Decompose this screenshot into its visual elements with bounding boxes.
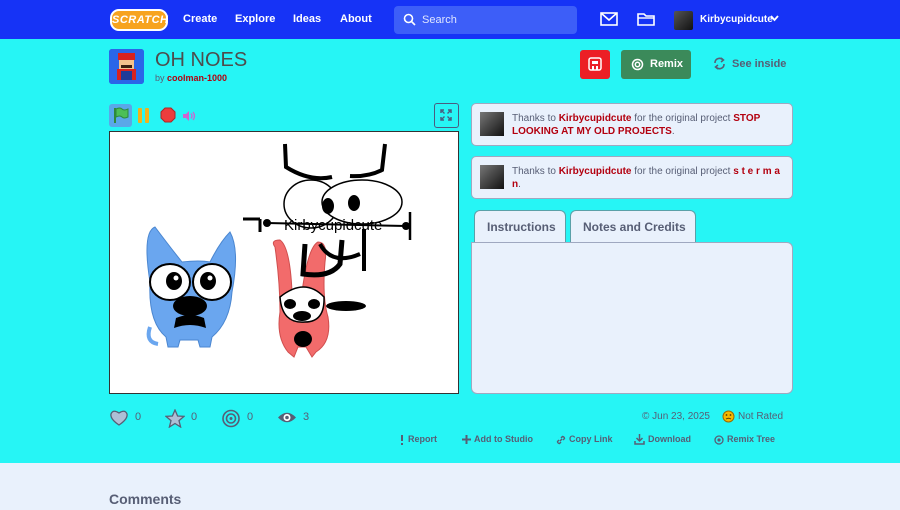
remix-icon xyxy=(631,58,644,71)
credit-middle: for the original project xyxy=(634,166,731,177)
stage-canvas[interactable]: Kirbycupidcute xyxy=(110,132,459,394)
credit-user-link[interactable]: Kirbycupidcute xyxy=(559,166,632,177)
heart-icon xyxy=(110,410,128,426)
nav-about[interactable]: About xyxy=(340,13,372,25)
star-icon xyxy=(164,408,186,429)
nav-explore[interactable]: Explore xyxy=(235,13,275,25)
search-box[interactable] xyxy=(394,6,577,34)
favorites-count: 0 xyxy=(191,411,198,423)
remixes-stat: 0 xyxy=(221,409,253,433)
download-button[interactable]: Download xyxy=(634,434,691,445)
credit-middle: for the original project xyxy=(634,113,731,124)
by-label: by xyxy=(155,73,165,83)
add-to-studio-label: Add to Studio xyxy=(474,434,533,444)
remix-credit-2: Thanks to Kirbycupidcute for the origina… xyxy=(471,156,793,199)
tab-notes-and-credits[interactable]: Notes and Credits xyxy=(570,210,696,243)
author-avatar[interactable] xyxy=(109,49,144,84)
fullscreen-icon xyxy=(440,109,452,121)
instructions-panel xyxy=(471,242,793,394)
add-to-studio-button[interactable]: Add to Studio xyxy=(462,434,533,445)
studio-icon xyxy=(588,57,602,71)
remix-button[interactable]: Remix xyxy=(621,50,691,79)
credit-text: Thanks to Kirbycupidcute for the origina… xyxy=(512,112,782,138)
see-inside-label: See inside xyxy=(732,58,787,70)
add-to-studio-quick-button[interactable] xyxy=(580,50,610,79)
pink-rabbit-sprite xyxy=(272,239,330,358)
comments-heading: Comments xyxy=(109,491,182,507)
remix-spiral-icon xyxy=(222,409,240,428)
remix-tree-label: Remix Tree xyxy=(727,434,776,444)
views-count: 3 xyxy=(303,411,310,423)
credit-text: Thanks to Kirbycupidcute for the origina… xyxy=(512,165,782,191)
chevron-down-icon[interactable] xyxy=(770,15,779,22)
green-flag-icon xyxy=(114,107,129,123)
credit-prefix: Thanks to xyxy=(512,113,556,124)
credit-suffix: . xyxy=(671,126,675,137)
rating-label: Not Rated xyxy=(738,411,784,422)
rating-face-icon xyxy=(722,410,735,423)
download-label: Download xyxy=(648,434,691,444)
copy-link-button[interactable]: Copy Link xyxy=(556,434,613,445)
alert-icon xyxy=(401,434,403,445)
see-inside-button[interactable]: See inside xyxy=(713,57,786,73)
sprite-name-text: Kirbycupidcute xyxy=(284,217,382,234)
nav-ideas[interactable]: Ideas xyxy=(293,13,321,25)
remix-label: Remix xyxy=(650,58,684,70)
credit-thumbnail[interactable] xyxy=(480,112,504,136)
rating-badge[interactable]: Not Rated xyxy=(722,410,783,426)
project-author-line: by coolman-1000 xyxy=(155,73,227,83)
report-button[interactable]: Report xyxy=(399,434,437,445)
tab-instructions[interactable]: Instructions xyxy=(474,210,566,243)
see-inside-icon xyxy=(714,57,725,70)
credit-suffix: . xyxy=(518,179,521,190)
remix-tree-icon xyxy=(714,434,724,445)
fullscreen-button[interactable] xyxy=(434,103,459,128)
loves-stat[interactable]: 0 xyxy=(109,409,141,432)
plus-icon xyxy=(462,435,471,445)
remix-credit-1: Thanks to Kirbycupidcute for the origina… xyxy=(471,103,793,146)
green-flag-button[interactable] xyxy=(109,104,132,127)
eye-icon xyxy=(278,412,296,423)
copy-link-label: Copy Link xyxy=(569,434,613,444)
views-stat: 3 xyxy=(277,409,309,431)
scratch-logo[interactable]: SCRATCH xyxy=(110,9,168,31)
messages-icon[interactable] xyxy=(600,11,618,27)
user-avatar[interactable] xyxy=(674,11,693,30)
blue-dog-sprite xyxy=(146,226,236,348)
author-link[interactable]: coolman-1000 xyxy=(167,73,227,83)
credit-prefix: Thanks to xyxy=(512,166,556,177)
date-value: Jun 23, 2025 xyxy=(652,411,710,422)
search-input[interactable] xyxy=(422,12,567,28)
top-nav: SCRATCH Create Explore Ideas About Kirby… xyxy=(0,0,900,39)
credit-user-link[interactable]: Kirbycupidcute xyxy=(559,113,632,124)
stop-icon[interactable] xyxy=(160,107,176,123)
remix-tree-button[interactable]: Remix Tree xyxy=(714,434,775,445)
username-label[interactable]: Kirbycupidcute xyxy=(700,14,773,25)
project-title: OH NOES xyxy=(155,49,248,71)
link-icon xyxy=(556,435,566,444)
download-icon xyxy=(634,434,645,445)
credit-thumbnail[interactable] xyxy=(480,165,504,189)
search-icon xyxy=(403,13,416,26)
remixes-count: 0 xyxy=(247,411,254,423)
project-stage[interactable]: Kirbycupidcute xyxy=(109,131,459,394)
my-stuff-folder-icon[interactable] xyxy=(637,11,655,27)
mario-avatar-icon xyxy=(109,49,144,84)
pause-icon[interactable] xyxy=(137,108,151,123)
nav-create[interactable]: Create xyxy=(183,13,217,25)
favorites-stat[interactable]: 0 xyxy=(164,408,197,433)
loves-count: 0 xyxy=(135,411,142,423)
report-label: Report xyxy=(408,434,437,444)
sound-icon[interactable] xyxy=(182,110,197,122)
project-date: © Jun 23, 2025 xyxy=(642,411,710,422)
